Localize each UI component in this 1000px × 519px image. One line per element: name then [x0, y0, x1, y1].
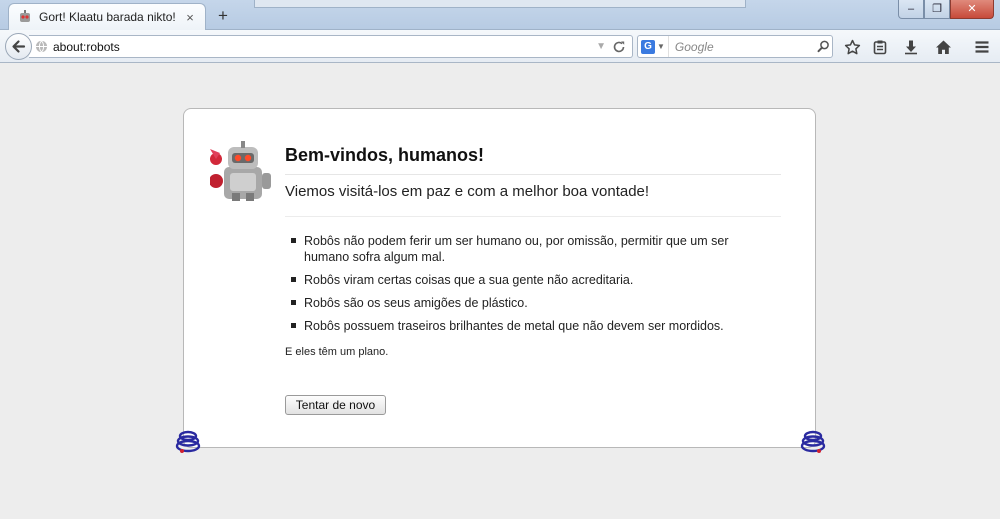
robot-favicon-icon — [20, 10, 30, 22]
search-engine-selector[interactable]: G ▼ — [638, 36, 669, 57]
try-again-button[interactable]: Tentar de novo — [285, 395, 386, 415]
star-icon — [844, 39, 860, 54]
bookmarks-menu-button[interactable] — [870, 37, 890, 57]
url-text[interactable]: about:robots — [53, 40, 596, 54]
home-button[interactable] — [933, 37, 953, 57]
downloads-button[interactable] — [901, 37, 921, 57]
engine-dropdown-icon: ▼ — [657, 42, 665, 51]
maximize-button[interactable]: ❐ — [924, 0, 950, 19]
search-bar[interactable]: G ▼ Google — [637, 35, 833, 58]
tab-active[interactable]: Gort! Klaatu barada nikto! × — [8, 3, 206, 30]
google-icon: G — [641, 39, 655, 54]
window-controls: – ❐ ✕ — [898, 0, 994, 19]
spring-right-icon — [800, 430, 826, 453]
page-subtitle: Viemos visitá-los em paz e com a melhor … — [285, 183, 781, 217]
navigation-toolbar: about:robots ▼ G ▼ Google — [0, 30, 1000, 63]
list-item: Robôs não podem ferir um ser humano ou, … — [290, 233, 760, 265]
menu-button[interactable] — [972, 37, 992, 57]
back-button[interactable] — [5, 33, 32, 60]
back-arrow-icon — [12, 40, 26, 53]
plan-text: E eles têm um plano. — [285, 346, 389, 358]
new-tab-button[interactable]: + — [212, 5, 234, 27]
home-icon — [935, 40, 951, 54]
bookmark-star-button[interactable] — [842, 37, 862, 57]
url-bar[interactable]: about:robots ▼ — [29, 35, 633, 58]
robots-card: Bem-vindos, humanos! Viemos visitá-los e… — [183, 108, 816, 448]
robot-icon — [210, 141, 272, 201]
list-item: Robôs são os seus amigões de plástico. — [290, 295, 760, 311]
list-item: Robôs possuem traseiros brilhantes de me… — [290, 318, 760, 334]
search-input[interactable]: Google — [669, 40, 814, 54]
globe-icon — [35, 40, 48, 53]
background-window-edge — [254, 0, 746, 8]
tab-strip: Gort! Klaatu barada nikto! × + – ❐ ✕ — [0, 0, 1000, 30]
reload-icon[interactable] — [612, 40, 626, 54]
list-item: Robôs viram certas coisas que a sua gent… — [290, 272, 760, 288]
tab-close-icon[interactable]: × — [183, 10, 197, 25]
page-title: Bem-vindos, humanos! — [285, 145, 781, 175]
robot-laws-list: Robôs não podem ferir um ser humano ou, … — [290, 233, 760, 341]
url-dropdown-icon[interactable]: ▼ — [596, 41, 606, 52]
close-window-button[interactable]: ✕ — [950, 0, 994, 19]
minimize-button[interactable]: – — [898, 0, 924, 19]
clipboard-icon — [873, 40, 887, 55]
magnifier-icon[interactable] — [814, 40, 832, 53]
tab-title: Gort! Klaatu barada nikto! — [39, 10, 176, 24]
menu-icon — [975, 41, 989, 53]
download-icon — [905, 40, 917, 55]
spring-left-icon — [175, 430, 201, 453]
